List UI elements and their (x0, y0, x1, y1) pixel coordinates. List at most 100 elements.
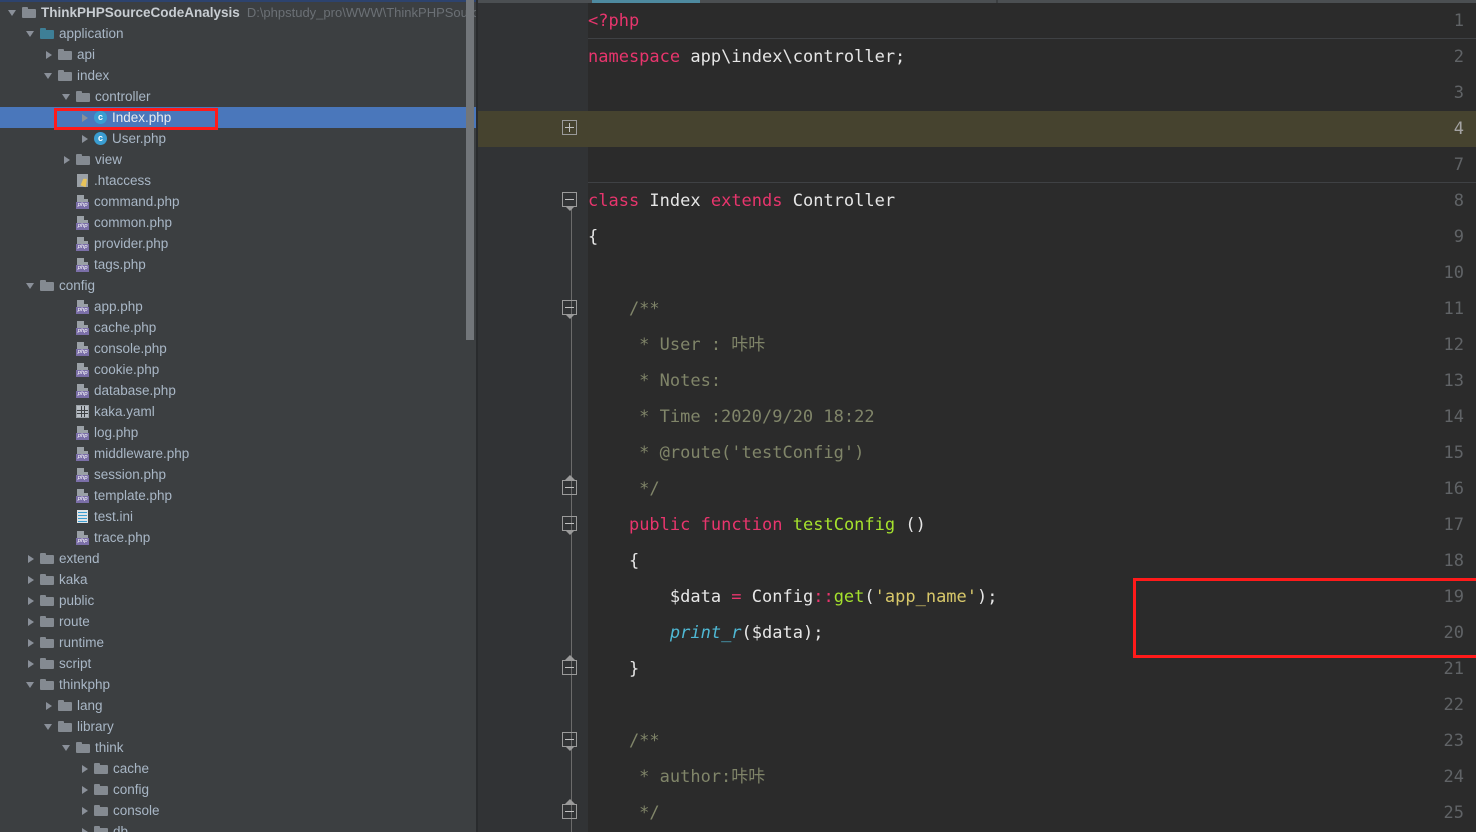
code-line[interactable] (588, 147, 1476, 183)
fold-expand-icon[interactable] (562, 120, 579, 137)
tree-item-script[interactable]: script (0, 653, 478, 674)
tree-item-cookie-php[interactable]: php cookie.php (0, 359, 478, 380)
code-line[interactable]: $data = Config::get('app_name'); (588, 579, 1476, 615)
tree-item-app-php[interactable]: php app.php (0, 296, 478, 317)
tree-item-tags-php[interactable]: php tags.php (0, 254, 478, 275)
tree-item-label: config (113, 782, 150, 797)
tree-item-config[interactable]: config (0, 779, 478, 800)
code-line[interactable]: */ (588, 471, 1476, 507)
fold-collapse-icon[interactable] (562, 732, 579, 751)
tree-item-db[interactable]: db (0, 821, 478, 832)
tree-item-kaka[interactable]: kaka (0, 569, 478, 590)
chevron-right-icon[interactable] (62, 154, 73, 165)
chevron-down-icon[interactable] (44, 721, 55, 732)
code-line[interactable]: <?php (588, 3, 1476, 39)
tree-item-provider-php[interactable]: php provider.php (0, 233, 478, 254)
no-arrow-spacer (62, 175, 73, 186)
chevron-right-icon[interactable] (26, 637, 37, 648)
fold-collapse-icon[interactable] (562, 475, 579, 497)
code-line[interactable]: */ (588, 795, 1476, 831)
chevron-right-icon[interactable] (26, 553, 37, 564)
code-line[interactable]: * Time :2020/9/20 18:22 (588, 399, 1476, 435)
tree-item-trace-php[interactable]: php trace.php (0, 527, 478, 548)
tree-item-database-php[interactable]: php database.php (0, 380, 478, 401)
tree-item-test-ini[interactable]: test.ini (0, 506, 478, 527)
chevron-right-icon[interactable] (26, 595, 37, 606)
chevron-right-icon[interactable] (80, 112, 91, 123)
tree-item-common-php[interactable]: php common.php (0, 212, 478, 233)
code-line[interactable]: class Index extends Controller (588, 183, 1476, 219)
chevron-right-icon[interactable] (80, 784, 91, 795)
chevron-right-icon[interactable] (26, 574, 37, 585)
tree-item-user-php[interactable]: c User.php (0, 128, 478, 149)
chevron-down-icon[interactable] (62, 742, 73, 753)
code-line[interactable]: print_r($data); (588, 615, 1476, 651)
fold-collapse-icon[interactable] (562, 799, 579, 821)
code-line[interactable]: * author:咔咔 (588, 759, 1476, 795)
chevron-down-icon[interactable] (62, 91, 73, 102)
tree-item-command-php[interactable]: php command.php (0, 191, 478, 212)
fold-collapse-icon[interactable] (562, 192, 579, 211)
tree-item-template-php[interactable]: php template.php (0, 485, 478, 506)
chevron-right-icon[interactable] (80, 805, 91, 816)
tree-item-route[interactable]: route (0, 611, 478, 632)
tree-item-view[interactable]: view (0, 149, 478, 170)
chevron-right-icon[interactable] (44, 700, 55, 711)
tree-item-public[interactable]: public (0, 590, 478, 611)
code-line[interactable]: /** (588, 723, 1476, 759)
code-line[interactable]: /** (588, 291, 1476, 327)
tree-item-cache-php[interactable]: php cache.php (0, 317, 478, 338)
tree-item-session-php[interactable]: php session.php (0, 464, 478, 485)
tree-item-cache[interactable]: cache (0, 758, 478, 779)
code-line[interactable] (588, 75, 1476, 111)
tree-item-kaka-yaml[interactable]: kaka.yaml (0, 401, 478, 422)
chevron-down-icon[interactable] (26, 28, 37, 39)
chevron-right-icon[interactable] (26, 616, 37, 627)
tree-item-controller[interactable]: controller (0, 86, 478, 107)
code-line[interactable]: public function testConfig () (588, 507, 1476, 543)
tree-item-api[interactable]: api (0, 44, 478, 65)
code-line[interactable]: * @route('testConfig') (588, 435, 1476, 471)
tree-item-console-php[interactable]: php console.php (0, 338, 478, 359)
chevron-down-icon[interactable] (44, 70, 55, 81)
chevron-down-icon[interactable] (26, 280, 37, 291)
tree-item-config[interactable]: config (0, 275, 478, 296)
tree-item-library[interactable]: library (0, 716, 478, 737)
chevron-right-icon[interactable] (80, 826, 91, 832)
code-editor[interactable]: <?phpnamespace app\index\controller;use … (478, 0, 1476, 832)
tree-item-log-php[interactable]: php log.php (0, 422, 478, 443)
chevron-right-icon[interactable] (26, 658, 37, 669)
tree-item-index-php[interactable]: c Index.php (0, 107, 478, 128)
code-line[interactable]: { (588, 543, 1476, 579)
code-line[interactable] (588, 687, 1476, 723)
tree-item-lang[interactable]: lang (0, 695, 478, 716)
code-line[interactable]: * User : 咔咔 (588, 327, 1476, 363)
tree-item-console[interactable]: console (0, 800, 478, 821)
tree-item-htaccess[interactable]: .htaccess (0, 170, 478, 191)
fold-collapse-icon[interactable] (562, 300, 579, 319)
code-line[interactable]: namespace app\index\controller; (588, 39, 1476, 75)
code-line[interactable]: } (588, 651, 1476, 687)
code-line[interactable] (588, 255, 1476, 291)
sidebar-scrollbar[interactable] (466, 0, 474, 340)
tree-item-application[interactable]: application (0, 23, 478, 44)
project-tree-panel[interactable]: ThinkPHPSourceCodeAnalysis D:\phpstudy_pr… (0, 0, 478, 832)
chevron-right-icon[interactable] (80, 133, 91, 144)
chevron-right-icon[interactable] (44, 49, 55, 60)
fold-collapse-icon[interactable] (562, 655, 579, 677)
no-arrow-spacer (62, 238, 73, 249)
fold-collapse-icon[interactable] (562, 516, 579, 535)
tree-item-runtime[interactable]: runtime (0, 632, 478, 653)
code-line[interactable]: * Notes: (588, 363, 1476, 399)
chevron-right-icon[interactable] (80, 763, 91, 774)
project-tree[interactable]: ThinkPHPSourceCodeAnalysis D:\phpstudy_pr… (0, 2, 478, 832)
tree-item-think[interactable]: think (0, 737, 478, 758)
tree-item-extend[interactable]: extend (0, 548, 478, 569)
code-line[interactable]: { (588, 219, 1476, 255)
tree-item-index[interactable]: index (0, 65, 478, 86)
chevron-down-icon[interactable] (26, 679, 37, 690)
tree-item-thinkphpsourcecodeanalysis[interactable]: ThinkPHPSourceCodeAnalysis D:\phpstudy_pr… (0, 2, 478, 23)
tree-item-middleware-php[interactable]: php middleware.php (0, 443, 478, 464)
chevron-down-icon[interactable] (8, 7, 19, 18)
tree-item-thinkphp[interactable]: thinkphp (0, 674, 478, 695)
